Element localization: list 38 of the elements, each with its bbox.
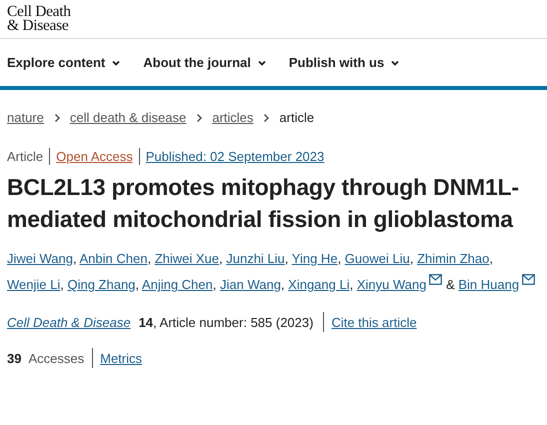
author-link[interactable]: Jian Wang — [220, 277, 281, 292]
author-link[interactable]: Wenjie Li — [7, 277, 60, 292]
metrics-link[interactable]: Metrics — [100, 350, 142, 366]
author-link[interactable]: Anbin Chen — [80, 251, 148, 266]
published-date-link[interactable]: Published: 02 September 2023 — [138, 148, 330, 165]
access-count: 39 — [7, 350, 22, 366]
chevron-right-icon — [195, 112, 204, 122]
chevron-right-icon — [52, 112, 61, 122]
author-link[interactable]: Zhimin Zhao — [417, 251, 490, 266]
breadcrumb-current: article — [279, 110, 314, 125]
access-label: Accesses — [28, 350, 84, 366]
author-link[interactable]: Qing Zhang — [67, 277, 136, 292]
journal-logo[interactable]: Cell Death & Disease — [7, 5, 71, 33]
article-title: BCL2L13 promotes mitophagy through DNM1L-mediated mitochondrial fission in glioblastoma — [7, 173, 520, 234]
nav-menu-button[interactable]: Explore content — [7, 55, 122, 70]
journal-link[interactable]: Cell Death & Disease — [7, 314, 139, 330]
mail-icon[interactable] — [522, 274, 536, 285]
mail-icon[interactable] — [429, 274, 442, 285]
nav-menu-button[interactable]: Publish with us — [288, 55, 400, 70]
breadcrumb-link[interactable]: articles — [212, 110, 254, 125]
breadcrumb-link[interactable]: cell death & disease — [70, 110, 186, 125]
author-link[interactable]: Bin Huang — [458, 277, 520, 292]
author-link[interactable]: Zhiwei Xue — [154, 251, 219, 266]
author-link[interactable]: Ying He — [292, 251, 338, 266]
author-link[interactable]: Guowei Liu — [344, 251, 410, 266]
open-access-link[interactable]: Open Access — [49, 148, 139, 165]
citation-details: 14, Article number: 585 (2023) — [138, 314, 314, 330]
author-link[interactable]: Xinyu Wang — [356, 277, 426, 292]
cite-link[interactable]: Cite this article — [331, 314, 417, 330]
author-list: Jiwei Wang, Anbin Chen, Zhiwei Xue, Junzhi Liu, Ying He, Guowei Liu, Zhimin Zhao, Wenjie Li, Qing Zhang, Anjing Chen, Jian Wang, Xingang Li, Xinyu Wang & Bin Huang — [7, 246, 542, 298]
chevron-right-icon — [262, 112, 270, 122]
author-link[interactable]: Junzhi Liu — [226, 251, 285, 266]
author-link[interactable]: Jiwei Wang — [7, 251, 73, 266]
article-type: Article — [7, 148, 44, 165]
author-link[interactable]: Anjing Chen — [142, 277, 213, 292]
breadcrumb-link[interactable]: nature — [7, 110, 44, 125]
author-link[interactable]: Xingang Li — [288, 277, 350, 292]
nav-menu-button[interactable]: About the journal — [143, 55, 267, 70]
